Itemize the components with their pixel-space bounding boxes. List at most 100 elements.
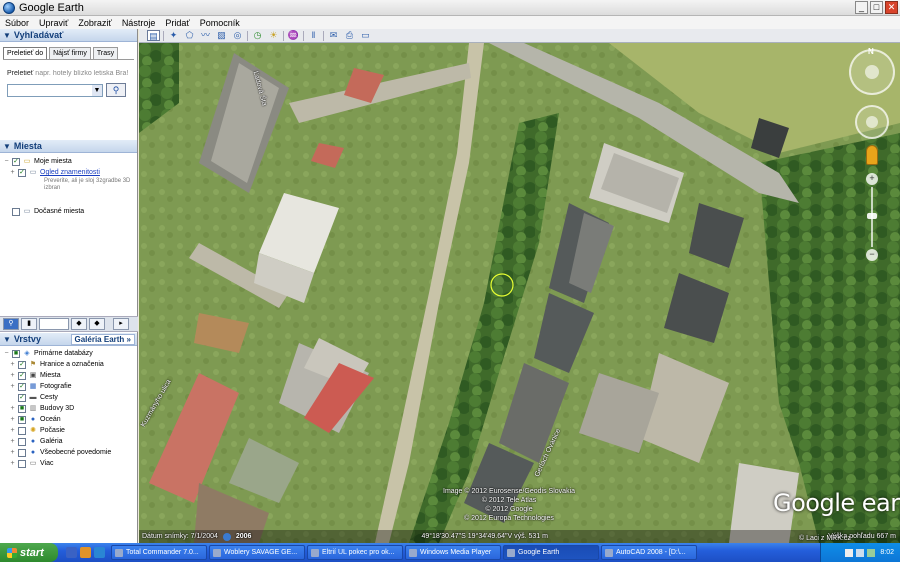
expand-icon[interactable]: +: [9, 383, 16, 390]
task-total-commander[interactable]: Total Commander 7.0...: [111, 545, 207, 560]
layer-places[interactable]: + ✓ ▣ Miesta: [3, 370, 137, 381]
tour-icon[interactable]: ◎: [231, 30, 244, 41]
menu-view[interactable]: Zobraziť: [73, 18, 116, 28]
checkbox[interactable]: ■: [18, 415, 26, 424]
expand-icon[interactable]: +: [9, 372, 16, 379]
menu-file[interactable]: Súbor: [0, 18, 34, 28]
overlay-icon[interactable]: ▧: [215, 30, 228, 41]
tab-directions[interactable]: Trasy: [92, 47, 119, 59]
layer-ocean[interactable]: + ■ ● Oceán: [3, 414, 137, 425]
maximize-button[interactable]: □: [870, 1, 883, 14]
layer-photos[interactable]: + ✓ ▦ Fotografie: [3, 381, 137, 392]
menu-edit[interactable]: Upraviť: [34, 18, 73, 28]
checkbox[interactable]: ✓: [18, 371, 26, 380]
checkbox[interactable]: ■: [12, 349, 20, 358]
ruler-icon[interactable]: ‖: [307, 30, 320, 41]
checkbox[interactable]: ✓: [18, 360, 26, 369]
menu-tools[interactable]: Nástroje: [117, 18, 161, 28]
view-in-maps-icon[interactable]: ▭: [359, 30, 372, 41]
network-icon[interactable]: [867, 548, 876, 557]
pegman-icon[interactable]: [866, 145, 878, 165]
layer-gallery[interactable]: + ● Galéria: [3, 436, 137, 447]
look-control[interactable]: N: [849, 47, 895, 95]
checkbox[interactable]: ✓: [18, 168, 26, 177]
language-icon[interactable]: [845, 548, 854, 557]
menu-add[interactable]: Pridať: [160, 18, 194, 28]
checkbox[interactable]: ✓: [18, 382, 26, 391]
checkbox[interactable]: ✓: [18, 393, 26, 402]
expand-icon[interactable]: +: [9, 405, 16, 412]
collapse-arrow-icon[interactable]: ▼: [3, 142, 11, 151]
checkbox[interactable]: ✓: [12, 157, 20, 166]
tab-find-business[interactable]: Nájsť firmy: [49, 47, 91, 59]
timeline-year[interactable]: 2006: [236, 533, 252, 540]
tree-item-sightseeing[interactable]: + ✓ ▭ Ogled znamenitosti: [3, 167, 137, 178]
task-chat[interactable]: Eltrií UL pokec pro ok...: [307, 545, 403, 560]
expand-panel-button[interactable]: ▸: [113, 318, 129, 330]
task-google-earth[interactable]: Google Earth: [503, 545, 599, 560]
search-button[interactable]: ⚲: [106, 83, 126, 97]
collapse-arrow-icon[interactable]: ▼: [3, 31, 11, 40]
search-input[interactable]: ▼: [7, 83, 103, 97]
expand-icon[interactable]: +: [9, 416, 16, 423]
path-icon[interactable]: 〰: [199, 30, 212, 41]
layer-weather[interactable]: + ✺ Počasie: [3, 425, 137, 436]
tree-item-my-places[interactable]: − ✓ ▭ Moje miesta: [3, 156, 137, 167]
zoom-in-button[interactable]: +: [866, 173, 878, 185]
checkbox[interactable]: [18, 459, 26, 468]
chevron-down-icon[interactable]: ▼: [92, 84, 102, 96]
expand-icon[interactable]: +: [9, 438, 16, 445]
checkbox[interactable]: ■: [18, 404, 26, 413]
sidebar-toggle-button[interactable]: ▤: [147, 30, 160, 41]
checkbox[interactable]: [18, 426, 26, 435]
layer-more[interactable]: + ▭ Viac: [3, 458, 137, 469]
tab-fly-to[interactable]: Preletieť do: [3, 47, 48, 59]
historical-imagery-icon[interactable]: ◷: [251, 30, 264, 41]
collapse-icon[interactable]: −: [3, 158, 10, 165]
gallery-button[interactable]: Galéria Earth »: [70, 333, 135, 345]
expand-icon[interactable]: +: [9, 169, 16, 176]
expand-icon[interactable]: +: [9, 460, 16, 467]
expand-icon[interactable]: +: [9, 449, 16, 456]
desktop-icon[interactable]: [66, 547, 77, 558]
layer-borders[interactable]: + ✓ ⚑ Hranice a označenia: [3, 359, 137, 370]
task-autocad[interactable]: AutoCAD 2008 - [D:\...: [601, 545, 697, 560]
collapse-icon[interactable]: −: [3, 350, 10, 357]
volume-icon[interactable]: [856, 548, 865, 557]
north-icon[interactable]: N: [868, 47, 874, 56]
move-up-button[interactable]: ◆: [71, 318, 87, 330]
places-filter-input[interactable]: [39, 318, 69, 330]
layer-primary-db[interactable]: − ■ ◈ Primárne databázy: [3, 348, 137, 359]
sky-icon[interactable]: ♒: [287, 30, 300, 41]
search-places-button[interactable]: ⚲: [3, 318, 19, 330]
move-control[interactable]: [855, 105, 889, 139]
close-button[interactable]: ✕: [885, 1, 898, 14]
expand-icon[interactable]: +: [9, 427, 16, 434]
sunlight-icon[interactable]: ☀: [267, 30, 280, 41]
expand-icon[interactable]: +: [9, 361, 16, 368]
ie-icon[interactable]: [94, 547, 105, 558]
layer-3d-buildings[interactable]: + ■ ▥ Budovy 3D: [3, 403, 137, 414]
minimize-button[interactable]: _: [855, 1, 868, 14]
zoom-out-button[interactable]: −: [866, 249, 878, 261]
places-header[interactable]: ▼ Miesta: [0, 140, 137, 153]
checkbox[interactable]: [18, 448, 26, 457]
email-icon[interactable]: ✉: [327, 30, 340, 41]
toggle-panel-button[interactable]: ▮: [21, 318, 37, 330]
zoom-slider-thumb[interactable]: [867, 213, 877, 219]
checkbox[interactable]: [12, 207, 20, 216]
firefox-icon[interactable]: [80, 547, 91, 558]
collapse-arrow-icon[interactable]: ▼: [3, 335, 11, 344]
placemark-icon[interactable]: ✦: [167, 30, 180, 41]
task-media-player[interactable]: Windows Media Player: [405, 545, 501, 560]
menu-help[interactable]: Pomocník: [195, 18, 245, 28]
layer-awareness[interactable]: + ● Všeobecné povedomie: [3, 447, 137, 458]
layer-roads[interactable]: ✓ ▬ Cesty: [3, 392, 137, 403]
print-icon[interactable]: ⎙: [343, 30, 356, 41]
search-header[interactable]: ▼ Vyhľadávať: [0, 29, 137, 42]
start-button[interactable]: start: [0, 543, 58, 562]
clock-icon[interactable]: [222, 532, 231, 541]
task-woblery[interactable]: Woblery SAVAGE GE...: [209, 545, 305, 560]
tree-item-temporary-places[interactable]: ▭ Dočasné miesta: [3, 206, 137, 217]
checkbox[interactable]: [18, 437, 26, 446]
